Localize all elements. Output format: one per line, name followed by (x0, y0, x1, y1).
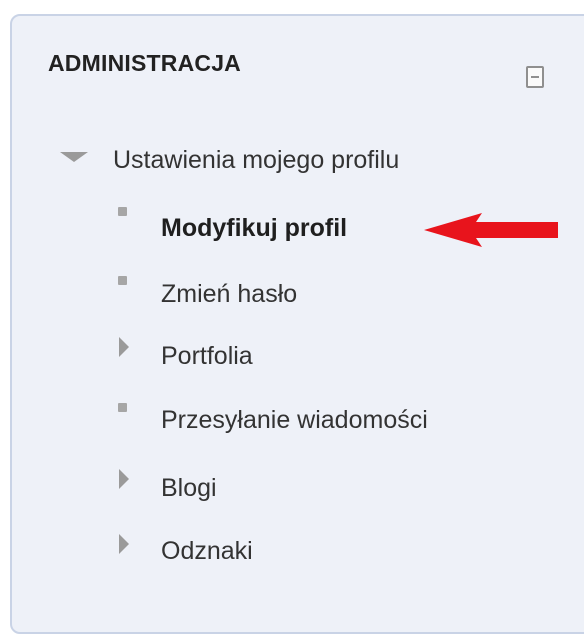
tree-root-label: Ustawienia mojego profilu (113, 146, 400, 174)
collapsed-triangle-icon (119, 469, 129, 489)
expanded-triangle-icon (60, 152, 88, 162)
block-title: ADMINISTRACJA (48, 50, 241, 76)
tree-item-label[interactable]: Zmień hasło (161, 280, 297, 309)
tree-item-label[interactable]: Modyfikuj profil (161, 214, 347, 243)
tree-item-label[interactable]: Przesyłanie wiadomości (161, 406, 428, 435)
tree-item-label[interactable]: Odznaki (161, 537, 253, 566)
square-bullet-icon (118, 207, 127, 216)
collapsed-triangle-icon (119, 337, 129, 357)
tree-item-label[interactable]: Portfolia (161, 342, 253, 371)
square-bullet-icon (118, 403, 127, 412)
square-bullet-icon (118, 276, 127, 285)
collapse-icon[interactable] (526, 66, 544, 88)
collapsed-triangle-icon (119, 534, 129, 554)
red-arrow-icon (424, 213, 558, 247)
administration-block (10, 14, 584, 634)
tree-item-label[interactable]: Blogi (161, 474, 217, 503)
